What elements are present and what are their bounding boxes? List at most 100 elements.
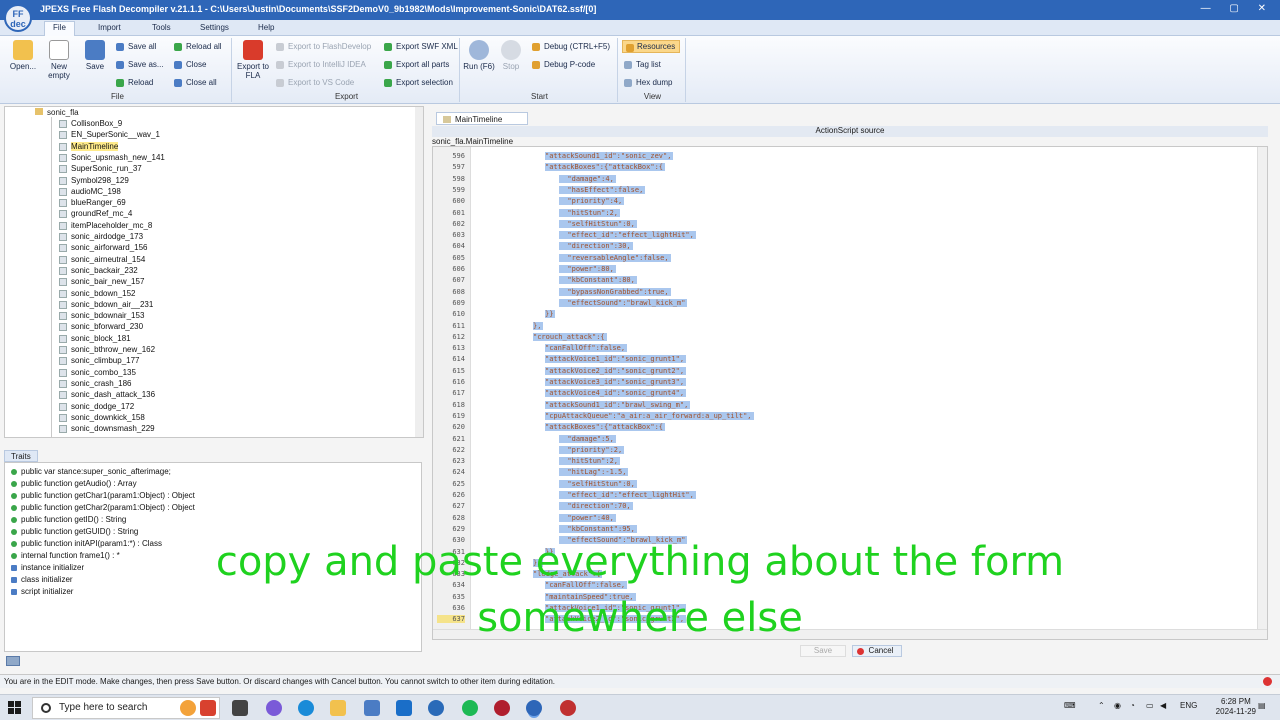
copilot-icon[interactable]: [266, 700, 282, 716]
tree-item[interactable]: sonic_airforward_156: [59, 243, 148, 254]
tree-item[interactable]: sonic_bdown_air__231: [59, 300, 153, 311]
tree-item[interactable]: groundRef_mc_4: [59, 209, 132, 220]
code-line[interactable]: 610}}: [433, 310, 1259, 321]
tree-item[interactable]: sonic_airneutral_154: [59, 255, 145, 266]
timer-app-icon[interactable]: [180, 700, 196, 716]
trait-item[interactable]: public function initAPI(param1:*) : Clas…: [11, 539, 162, 548]
code-line[interactable]: 611},: [433, 321, 1259, 333]
close-button[interactable]: Close: [174, 60, 206, 69]
code-line[interactable]: 603 "effect_id":"effect_lightHit",: [433, 231, 1259, 242]
tree-item[interactable]: sonic_airdodge_173: [59, 232, 143, 243]
file-explorer-icon[interactable]: [330, 700, 346, 716]
trait-item[interactable]: public function getAudio() : Array: [11, 479, 137, 488]
tree-item[interactable]: CollisonBox_9: [59, 119, 122, 130]
code-line[interactable]: 626 "effect_id":"effect_lightHit",: [433, 491, 1259, 502]
tree-item[interactable]: Sonic_upsmash_new_141: [59, 153, 165, 164]
trait-item[interactable]: class initializer: [11, 575, 73, 584]
code-line[interactable]: 606 "power":80,: [433, 265, 1259, 276]
export-flashdevelop-button[interactable]: Export to FlashDevelop: [276, 42, 371, 51]
code-line[interactable]: 619 "cpuAttackQueue":"a_air:a_air_forward…: [433, 411, 1259, 423]
export-intellij-button[interactable]: Export to IntelliJ IDEA: [276, 60, 366, 69]
tree-item[interactable]: MainTimeline: [59, 141, 119, 153]
edge-icon[interactable]: [298, 700, 314, 716]
save-as-button[interactable]: Save as...: [116, 60, 164, 69]
outlook-icon[interactable]: [396, 700, 412, 716]
error-icon[interactable]: [1263, 677, 1272, 686]
stop-button[interactable]: Stop: [494, 40, 528, 71]
app-c-icon[interactable]: [428, 700, 444, 716]
tree-item[interactable]: sonic_bthrow_new_162: [59, 345, 155, 356]
save-all-button[interactable]: Save all: [116, 42, 156, 51]
language-indicator[interactable]: ENG: [1180, 701, 1197, 710]
close-all-button[interactable]: Close all: [174, 78, 217, 87]
tree-item[interactable]: sonic_climbup_177: [59, 356, 140, 367]
reload-button[interactable]: Reload: [116, 78, 153, 87]
tree-item[interactable]: itemPlaceholder_mc_8: [59, 221, 152, 232]
code-line[interactable]: 617 "attackVoice4_id":"sonic_grunt4",: [433, 389, 1259, 400]
code-line[interactable]: 600 "priority":4,: [433, 197, 1259, 208]
tab-tools[interactable]: Tools: [152, 23, 171, 32]
ffdec-taskbar-icon[interactable]: [526, 700, 542, 716]
trait-item[interactable]: public function getChar1(param1:Object) …: [11, 491, 195, 500]
export-vscode-button[interactable]: Export to VS Code: [276, 78, 354, 87]
export-selection-button[interactable]: Export selection: [384, 78, 453, 87]
notification-icon[interactable]: ▤: [1258, 701, 1266, 710]
code-line[interactable]: 598 "damage":4,: [433, 174, 1259, 186]
taskbar-clock[interactable]: 6:28 PM 2024-11-29: [1216, 697, 1256, 717]
panel-toggle-icon[interactable]: [6, 656, 20, 666]
tab-maintimeline[interactable]: MainTimeline: [436, 112, 528, 125]
window-controls[interactable]: — ▢ ✕: [1201, 3, 1274, 14]
tray-wifi-icon[interactable]: ◔: [1130, 701, 1135, 710]
code-line[interactable]: 616 "attackVoice3_id":"sonic_grunt3",: [433, 378, 1259, 389]
debug-button[interactable]: Debug (CTRL+F5): [532, 42, 610, 51]
tree-item[interactable]: sonic_bair_new_157: [59, 277, 144, 288]
code-line[interactable]: 618 "attackSound1_id":"brawl_swing_m",: [433, 400, 1259, 412]
gift-app-icon[interactable]: [200, 700, 216, 716]
code-line[interactable]: 622 "priority":2,: [433, 445, 1259, 457]
code-line[interactable]: 620 "attackBoxes":{"attackBox":{: [433, 423, 1259, 434]
code-line[interactable]: 624 "hitLag":-1.5,: [433, 468, 1259, 479]
media-app-icon[interactable]: [494, 700, 510, 716]
debug-pcode-button[interactable]: Debug P-code: [532, 60, 595, 69]
code-line[interactable]: 602 "selfHitStun":0,: [433, 219, 1259, 231]
new-empty-button[interactable]: New empty: [42, 40, 76, 80]
code-line[interactable]: 635 "maintainSpeed":true,: [433, 592, 1259, 604]
hex-dump-button[interactable]: Hex dump: [624, 78, 672, 87]
code-line[interactable]: 605 "reversableAngle":false,: [433, 253, 1259, 265]
code-line[interactable]: 631}}: [433, 547, 1259, 559]
tree-item[interactable]: sonic_combo_135: [59, 368, 136, 379]
code-vertical-scrollbar[interactable]: [1257, 147, 1267, 639]
tree-root[interactable]: sonic_fla: [35, 108, 79, 117]
code-line[interactable]: 630 "effectSound":"brawl_kick_m": [433, 536, 1259, 547]
export-all-parts-button[interactable]: Export all parts: [384, 60, 449, 69]
tree-item[interactable]: Symbol298_129: [59, 176, 129, 187]
code-line[interactable]: 609 "effectSound":"brawl_kick_m": [433, 298, 1259, 310]
code-line[interactable]: 621 "damage":5,: [433, 434, 1259, 446]
code-line[interactable]: 623 "hitStun":2,: [433, 457, 1259, 468]
trait-item[interactable]: instance initializer: [11, 563, 84, 572]
export-to-fla-button[interactable]: Export to FLA: [236, 40, 270, 80]
code-line[interactable]: 607 "kbConstant":80,: [433, 276, 1259, 287]
task-view-icon[interactable]: [232, 700, 248, 716]
cancel-button[interactable]: Cancel: [852, 645, 902, 657]
save-button[interactable]: Save: [800, 645, 846, 657]
export-swf-xml-button[interactable]: Export SWF XML: [384, 42, 458, 51]
tray-keyboard-icon[interactable]: ⌨: [1064, 701, 1076, 710]
tag-list-button[interactable]: Tag list: [624, 60, 661, 69]
store-icon[interactable]: [364, 700, 380, 716]
code-line[interactable]: 637 "attackVoice2_id":"sonic_grunt2",: [433, 615, 1259, 626]
spotify-icon[interactable]: [462, 700, 478, 716]
code-line[interactable]: 601 "hitStun":2,: [433, 208, 1259, 220]
reload-all-button[interactable]: Reload all: [174, 42, 222, 51]
save-file-button[interactable]: Save: [78, 40, 112, 71]
windows-start-icon[interactable]: [8, 701, 22, 715]
tray-network-icon[interactable]: ◉: [1114, 701, 1121, 710]
tree-item[interactable]: audioMC_198: [59, 187, 121, 198]
tab-import[interactable]: Import: [98, 23, 121, 32]
trait-item[interactable]: script initializer: [11, 587, 73, 596]
code-line[interactable]: 608 "bypassNonGrabbed":true,: [433, 287, 1259, 299]
code-line[interactable]: 604 "direction":30,: [433, 242, 1259, 253]
code-line[interactable]: 633 "ledge_attack":{: [433, 570, 1259, 581]
code-line[interactable]: 627 "direction":70,: [433, 502, 1259, 513]
tree-item[interactable]: sonic_bdown_152: [59, 289, 136, 300]
